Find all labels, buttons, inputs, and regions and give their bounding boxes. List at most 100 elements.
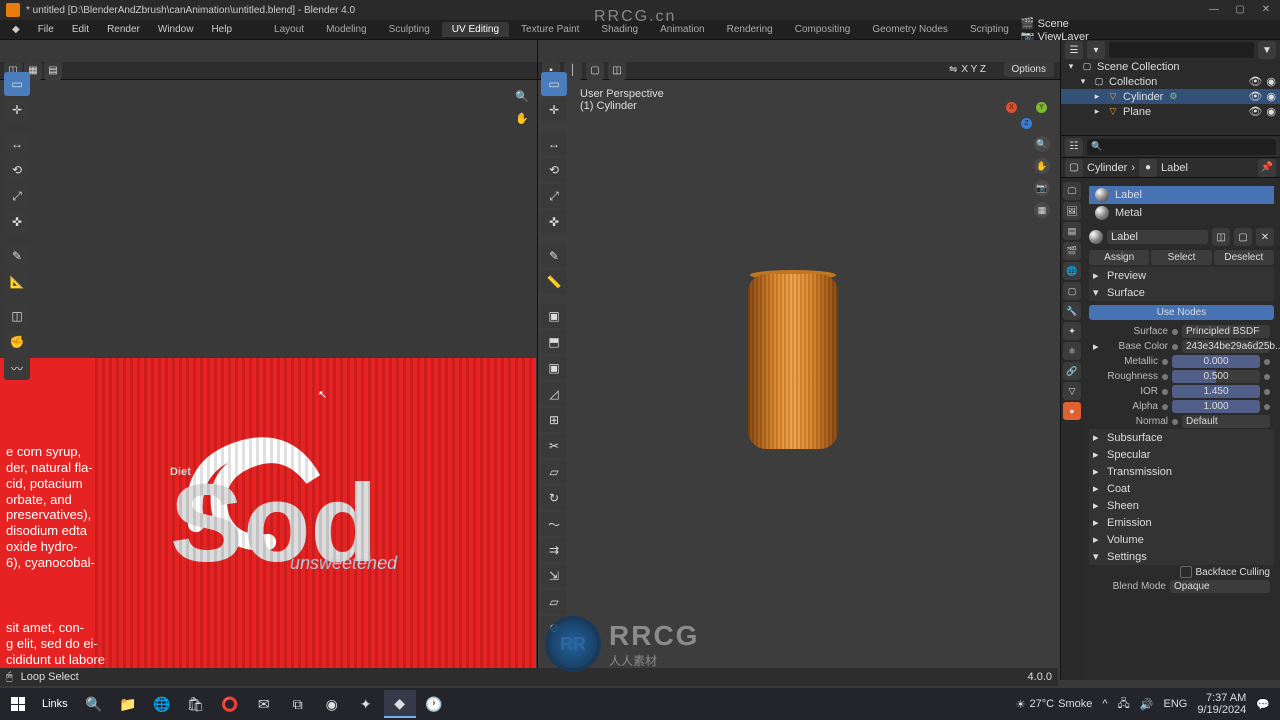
vp-sel-extra-icon[interactable]: ◫ [608, 62, 626, 80]
tab-texture-paint[interactable]: Texture Paint [511, 22, 589, 37]
weather-widget[interactable]: ☀ 27°C Smoke [1016, 698, 1093, 711]
breadcrumb-object[interactable]: Cylinder [1087, 162, 1127, 174]
tool-measure-vp[interactable]: 📏 [541, 270, 567, 294]
tool-relax[interactable]: 〰 [4, 356, 30, 380]
material-slot-label[interactable]: Label [1089, 186, 1274, 204]
start-button[interactable] [4, 690, 32, 718]
panel-transmission[interactable]: ▸Transmission [1089, 463, 1274, 480]
tool-rotate[interactable]: ⟲ [4, 158, 30, 182]
tool-shrink[interactable]: ⇲ [541, 564, 567, 588]
taskbar-edge-icon[interactable]: 🌐 [146, 690, 178, 718]
node-socket-icon[interactable] [1162, 374, 1168, 380]
eye-icon[interactable]: 👁 [1248, 90, 1262, 103]
ptab-object-icon[interactable]: ▢ [1063, 282, 1081, 300]
ptab-world-icon[interactable]: 🌐 [1063, 262, 1081, 280]
mirror-xyz[interactable]: ⇋ X Y Z [943, 62, 992, 77]
tool-annotate-vp[interactable]: ✎ [541, 244, 567, 268]
node-socket-icon[interactable] [1172, 419, 1178, 425]
tray-notifications-icon[interactable]: 💬 [1256, 698, 1270, 711]
zoom-vp-icon[interactable]: 🔍 [1034, 136, 1050, 152]
tool-scale[interactable]: ⤢ [4, 184, 30, 208]
node-socket-icon[interactable] [1172, 344, 1178, 350]
panel-subsurface[interactable]: ▸Subsurface [1089, 429, 1274, 446]
ptab-mesh-icon[interactable]: ▽ [1063, 382, 1081, 400]
metallic-val[interactable]: 0.000 [1172, 355, 1260, 368]
ptab-material-icon[interactable]: ● [1063, 402, 1081, 420]
outliner-filter-icon[interactable]: ▼ [1258, 41, 1276, 59]
axis-gizmo[interactable]: X Y Z [1006, 86, 1050, 130]
tab-uv-editing[interactable]: UV Editing [442, 22, 509, 37]
eye-icon[interactable]: 👁 [1248, 105, 1262, 118]
restrict-icon[interactable]: ◉ [1266, 105, 1276, 118]
maximize-button[interactable]: ▢ [1230, 2, 1250, 16]
material-new-icon[interactable]: ▢ [1234, 228, 1252, 246]
taskbar-chrome-icon[interactable]: ⭕ [214, 690, 246, 718]
scene-selector[interactable]: 🎬 Scene [1021, 17, 1089, 30]
normal-val[interactable]: Default [1182, 415, 1270, 428]
surface-shader-val[interactable]: Principled BSDF [1182, 325, 1270, 338]
ptab-particle-icon[interactable]: ✦ [1063, 322, 1081, 340]
restrict-icon[interactable]: ◉ [1266, 75, 1276, 88]
backface-culling-checkbox[interactable] [1180, 566, 1192, 578]
pin-icon[interactable]: 📌 [1258, 159, 1276, 177]
panel-surface[interactable]: ▾Surface [1089, 284, 1274, 301]
blendmode-val[interactable]: Opaque [1170, 580, 1270, 593]
tray-volume-icon[interactable]: 🔊 [1140, 698, 1154, 711]
outliner-scene-collection[interactable]: ▾ ▢ Scene Collection [1061, 60, 1280, 74]
tool-rip-vp[interactable]: ⊘ [541, 616, 567, 640]
tray-chevron-icon[interactable]: ^ [1102, 698, 1107, 710]
tool-knife[interactable]: ✂ [541, 434, 567, 458]
properties-type-icon[interactable]: ☷ [1065, 138, 1083, 156]
tab-geometry-nodes[interactable]: Geometry Nodes [862, 22, 958, 37]
tool-move[interactable]: ↔ [4, 132, 30, 156]
pan-icon[interactable]: ✋ [515, 112, 531, 128]
tray-clock[interactable]: 7:37 AM 9/19/2024 [1197, 692, 1246, 716]
minimize-button[interactable]: — [1204, 2, 1224, 16]
taskbar-clock-icon[interactable]: 🕐 [418, 690, 450, 718]
tool-select-box-vp[interactable]: ▭ [541, 72, 567, 96]
outliner-search[interactable] [1109, 42, 1254, 58]
ptab-render-icon[interactable]: 🖵 [1063, 182, 1081, 200]
assign-button[interactable]: Assign [1089, 250, 1149, 265]
roughness-val[interactable]: 0.500 [1172, 370, 1260, 383]
tab-layout[interactable]: Layout [264, 22, 314, 37]
options-button[interactable]: Options [1004, 62, 1054, 77]
taskbar-vscode-icon[interactable]: ⧉ [282, 690, 314, 718]
tool-select-box[interactable]: ▭ [4, 72, 30, 96]
pan-vp-icon[interactable]: ✋ [1034, 158, 1050, 174]
select-button[interactable]: Select [1151, 250, 1211, 265]
tool-edgeslide[interactable]: ⇉ [541, 538, 567, 562]
properties-search[interactable]: 🔍 [1087, 139, 1276, 155]
outliner-item-cylinder[interactable]: ▸ ▽ Cylinder ⚙ 👁◉ [1061, 89, 1280, 104]
outliner-collection[interactable]: ▾ ▢ Collection 👁◉ [1061, 74, 1280, 89]
cylinder-mesh[interactable] [748, 274, 838, 449]
tab-scripting[interactable]: Scripting [960, 22, 1019, 37]
panel-specular[interactable]: ▸Specular [1089, 446, 1274, 463]
menu-edit[interactable]: Edit [64, 22, 97, 37]
close-button[interactable]: ✕ [1256, 2, 1276, 16]
tool-measure[interactable]: 📐 [4, 270, 30, 294]
tab-modeling[interactable]: Modeling [316, 22, 377, 37]
panel-emission[interactable]: ▸Emission [1089, 514, 1274, 531]
tool-bevel[interactable]: ◿ [541, 382, 567, 406]
tab-animation[interactable]: Animation [650, 22, 714, 37]
menu-render[interactable]: Render [99, 22, 148, 37]
ptab-constraint-icon[interactable]: 🔗 [1063, 362, 1081, 380]
ptab-scene-icon[interactable]: 🎬 [1063, 242, 1081, 260]
tool-cursor-vp[interactable]: ✛ [541, 98, 567, 122]
tool-move-vp[interactable]: ↔ [541, 132, 567, 156]
outliner-item-plane[interactable]: ▸ ▽ Plane 👁◉ [1061, 104, 1280, 119]
taskbar-store-icon[interactable]: 🛍 [180, 690, 212, 718]
vp-sel-face-icon[interactable]: ▢ [586, 62, 604, 80]
taskbar-explorer-icon[interactable]: 📁 [112, 690, 144, 718]
taskbar-blender-icon[interactable]: ◆ [384, 690, 416, 718]
tool-extrude[interactable]: ⬒ [541, 330, 567, 354]
panel-preview[interactable]: ▸Preview [1089, 267, 1274, 284]
deselect-button[interactable]: Deselect [1214, 250, 1274, 265]
viewport-canvas[interactable]: User Perspective (1) Cylinder X Y Z 🔍 ✋ … [538, 80, 1060, 680]
ptab-physics-icon[interactable]: ⚛ [1063, 342, 1081, 360]
tool-scale-vp[interactable]: ⤢ [541, 184, 567, 208]
tool-add-cube[interactable]: ▣ [541, 304, 567, 328]
restrict-icon[interactable]: ◉ [1266, 90, 1276, 103]
use-nodes-button[interactable]: Use Nodes [1089, 305, 1274, 320]
